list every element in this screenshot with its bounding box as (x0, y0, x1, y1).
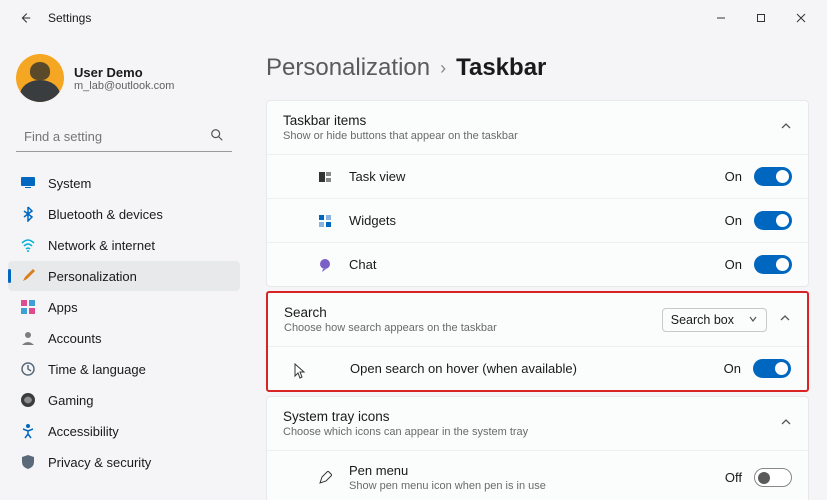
pen-icon (317, 470, 333, 486)
search-input[interactable] (24, 129, 210, 144)
wifi-icon (20, 237, 36, 253)
sidebar-item-label: System (48, 176, 91, 191)
bluetooth-icon (20, 206, 36, 222)
sidebar-item-label: Privacy & security (48, 455, 151, 470)
sidebar-item-network[interactable]: Network & internet (8, 230, 240, 260)
minimize-button[interactable] (701, 3, 741, 33)
paintbrush-icon (20, 268, 36, 284)
tray-card-header[interactable]: System tray icons Choose which icons can… (267, 397, 808, 450)
task-view-toggle[interactable] (754, 167, 792, 186)
chevron-down-icon (748, 313, 758, 327)
sidebar-item-apps[interactable]: Apps (8, 292, 240, 322)
clock-icon (20, 361, 36, 377)
sidebar-item-label: Time & language (48, 362, 146, 377)
row-search-hover: Open search on hover (when available) On (268, 346, 807, 390)
gaming-icon (20, 392, 36, 408)
search-card-header[interactable]: Search Choose how search appears on the … (268, 293, 807, 346)
widgets-icon (317, 213, 333, 229)
widgets-toggle[interactable] (754, 211, 792, 230)
window-title: Settings (48, 11, 91, 25)
apps-icon (20, 299, 36, 315)
toggle-state: Off (725, 470, 742, 485)
system-icon (20, 175, 36, 191)
avatar (16, 54, 64, 102)
row-label: Widgets (349, 213, 396, 228)
breadcrumb-current: Taskbar (456, 54, 546, 82)
profile-email: m_lab@outlook.com (74, 80, 174, 92)
search-card: Search Choose how search appears on the … (266, 291, 809, 392)
chevron-up-icon (780, 119, 792, 137)
card-subtitle: Choose how search appears on the taskbar (284, 322, 497, 334)
sidebar-item-label: Accounts (48, 331, 101, 346)
sidebar-item-gaming[interactable]: Gaming (8, 385, 240, 415)
breadcrumb-parent[interactable]: Personalization (266, 54, 430, 82)
row-label: Task view (349, 169, 405, 184)
taskbar-items-header[interactable]: Taskbar items Show or hide buttons that … (267, 101, 808, 154)
maximize-button[interactable] (741, 3, 781, 33)
profile-block[interactable]: User Demo m_lab@outlook.com (8, 48, 240, 118)
row-pen-menu: Pen menu Show pen menu icon when pen is … (267, 450, 808, 500)
card-title: Search (284, 305, 497, 320)
pen-toggle[interactable] (754, 468, 792, 487)
sidebar-item-system[interactable]: System (8, 168, 240, 198)
profile-name: User Demo (74, 65, 174, 80)
row-label: Chat (349, 257, 376, 272)
card-title: System tray icons (283, 409, 528, 424)
row-chat: Chat On (267, 242, 808, 286)
row-label: Pen menu (349, 463, 546, 478)
sidebar-item-bluetooth[interactable]: Bluetooth & devices (8, 199, 240, 229)
card-subtitle: Choose which icons can appear in the sys… (283, 426, 528, 438)
chat-toggle[interactable] (754, 255, 792, 274)
select-value: Search box (671, 313, 734, 327)
account-icon (20, 330, 36, 346)
accessibility-icon (20, 423, 36, 439)
chevron-up-icon (779, 311, 791, 329)
sidebar-item-accounts[interactable]: Accounts (8, 323, 240, 353)
toggle-state: On (725, 257, 742, 272)
search-hover-toggle[interactable] (753, 359, 791, 378)
row-label: Open search on hover (when available) (350, 361, 577, 376)
sidebar-item-label: Personalization (48, 269, 137, 284)
toggle-state: On (725, 213, 742, 228)
sidebar-item-label: Accessibility (48, 424, 119, 439)
sidebar-item-accessibility[interactable]: Accessibility (8, 416, 240, 446)
shield-icon (20, 454, 36, 470)
sidebar-item-label: Apps (48, 300, 78, 315)
close-button[interactable] (781, 3, 821, 33)
chevron-right-icon: › (440, 58, 446, 79)
toggle-state: On (725, 169, 742, 184)
row-sub: Show pen menu icon when pen is in use (349, 480, 546, 492)
card-title: Taskbar items (283, 113, 518, 128)
search-icon (210, 128, 224, 145)
sidebar-item-privacy[interactable]: Privacy & security (8, 447, 240, 477)
search-mode-select[interactable]: Search box (662, 308, 767, 332)
task-view-icon (317, 169, 333, 185)
chat-icon (317, 257, 333, 273)
cursor-icon (318, 361, 334, 377)
back-button[interactable] (18, 11, 32, 25)
breadcrumb: Personalization › Taskbar (266, 48, 809, 100)
sidebar-item-label: Gaming (48, 393, 94, 408)
card-subtitle: Show or hide buttons that appear on the … (283, 130, 518, 142)
row-task-view: Task view On (267, 154, 808, 198)
sidebar-item-label: Network & internet (48, 238, 155, 253)
sidebar-item-label: Bluetooth & devices (48, 207, 163, 222)
search-input-wrap[interactable] (16, 122, 232, 152)
chevron-up-icon (780, 415, 792, 433)
sidebar-item-time[interactable]: Time & language (8, 354, 240, 384)
row-widgets: Widgets On (267, 198, 808, 242)
toggle-state: On (724, 361, 741, 376)
tray-card: System tray icons Choose which icons can… (266, 396, 809, 500)
sidebar-item-personalization[interactable]: Personalization (8, 261, 240, 291)
taskbar-items-card: Taskbar items Show or hide buttons that … (266, 100, 809, 287)
